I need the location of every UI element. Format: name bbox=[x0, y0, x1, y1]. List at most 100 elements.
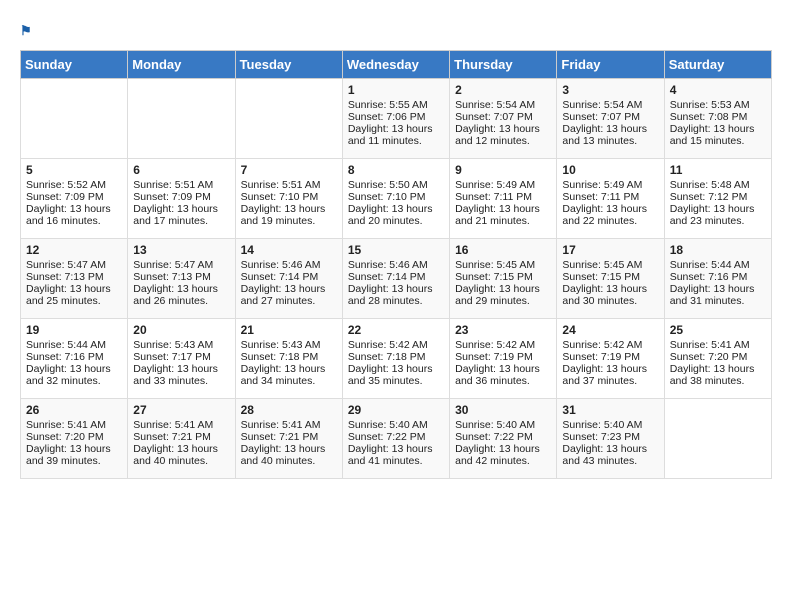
calendar-body: 1Sunrise: 5:55 AMSunset: 7:06 PMDaylight… bbox=[21, 78, 772, 478]
calendar-cell: 1Sunrise: 5:55 AMSunset: 7:06 PMDaylight… bbox=[342, 78, 449, 158]
calendar-cell: 17Sunrise: 5:45 AMSunset: 7:15 PMDayligh… bbox=[557, 238, 664, 318]
day-info: and 39 minutes. bbox=[26, 455, 122, 467]
day-info: Daylight: 13 hours bbox=[241, 283, 337, 295]
day-info: Sunrise: 5:43 AM bbox=[133, 339, 229, 351]
day-info: Sunrise: 5:46 AM bbox=[348, 259, 444, 271]
calendar-week-4: 19Sunrise: 5:44 AMSunset: 7:16 PMDayligh… bbox=[21, 318, 772, 398]
day-info: Sunrise: 5:47 AM bbox=[133, 259, 229, 271]
day-info: Sunrise: 5:50 AM bbox=[348, 179, 444, 191]
calendar-cell: 24Sunrise: 5:42 AMSunset: 7:19 PMDayligh… bbox=[557, 318, 664, 398]
calendar-cell: 21Sunrise: 5:43 AMSunset: 7:18 PMDayligh… bbox=[235, 318, 342, 398]
day-info: Daylight: 13 hours bbox=[241, 443, 337, 455]
day-info: Sunrise: 5:41 AM bbox=[133, 419, 229, 431]
day-info: Sunset: 7:14 PM bbox=[241, 271, 337, 283]
day-info: Sunset: 7:09 PM bbox=[133, 191, 229, 203]
day-number: 16 bbox=[455, 243, 551, 257]
day-info: Sunrise: 5:41 AM bbox=[670, 339, 766, 351]
day-info: and 17 minutes. bbox=[133, 215, 229, 227]
day-info: and 33 minutes. bbox=[133, 375, 229, 387]
day-info: Sunrise: 5:40 AM bbox=[348, 419, 444, 431]
day-info: Sunset: 7:21 PM bbox=[133, 431, 229, 443]
day-number: 27 bbox=[133, 403, 229, 417]
day-number: 18 bbox=[670, 243, 766, 257]
calendar-cell: 23Sunrise: 5:42 AMSunset: 7:19 PMDayligh… bbox=[450, 318, 557, 398]
day-info: and 36 minutes. bbox=[455, 375, 551, 387]
calendar-cell: 29Sunrise: 5:40 AMSunset: 7:22 PMDayligh… bbox=[342, 398, 449, 478]
day-info: Sunrise: 5:51 AM bbox=[133, 179, 229, 191]
day-info: and 27 minutes. bbox=[241, 295, 337, 307]
day-info: Daylight: 13 hours bbox=[562, 203, 658, 215]
day-info: Daylight: 13 hours bbox=[670, 123, 766, 135]
day-number: 24 bbox=[562, 323, 658, 337]
day-info: Sunrise: 5:47 AM bbox=[26, 259, 122, 271]
calendar-cell: 18Sunrise: 5:44 AMSunset: 7:16 PMDayligh… bbox=[664, 238, 771, 318]
day-info: and 20 minutes. bbox=[348, 215, 444, 227]
calendar-week-1: 1Sunrise: 5:55 AMSunset: 7:06 PMDaylight… bbox=[21, 78, 772, 158]
day-info: Sunset: 7:16 PM bbox=[26, 351, 122, 363]
page-header: ⚑ bbox=[20, 20, 772, 40]
day-info: and 35 minutes. bbox=[348, 375, 444, 387]
day-info: Sunset: 7:08 PM bbox=[670, 111, 766, 123]
day-info: Sunset: 7:13 PM bbox=[133, 271, 229, 283]
day-info: Daylight: 13 hours bbox=[241, 363, 337, 375]
day-info: and 19 minutes. bbox=[241, 215, 337, 227]
day-info: and 40 minutes. bbox=[133, 455, 229, 467]
header-day-thursday: Thursday bbox=[450, 50, 557, 78]
day-info: Sunset: 7:15 PM bbox=[455, 271, 551, 283]
day-info: Daylight: 13 hours bbox=[562, 443, 658, 455]
day-info: Sunset: 7:23 PM bbox=[562, 431, 658, 443]
calendar-cell bbox=[128, 78, 235, 158]
day-info: Sunrise: 5:45 AM bbox=[455, 259, 551, 271]
calendar-cell bbox=[235, 78, 342, 158]
calendar-cell: 30Sunrise: 5:40 AMSunset: 7:22 PMDayligh… bbox=[450, 398, 557, 478]
calendar-cell: 15Sunrise: 5:46 AMSunset: 7:14 PMDayligh… bbox=[342, 238, 449, 318]
calendar-cell: 27Sunrise: 5:41 AMSunset: 7:21 PMDayligh… bbox=[128, 398, 235, 478]
day-info: Sunset: 7:21 PM bbox=[241, 431, 337, 443]
day-info: Daylight: 13 hours bbox=[455, 203, 551, 215]
calendar-cell: 16Sunrise: 5:45 AMSunset: 7:15 PMDayligh… bbox=[450, 238, 557, 318]
day-info: Sunset: 7:09 PM bbox=[26, 191, 122, 203]
day-info: Sunset: 7:11 PM bbox=[455, 191, 551, 203]
calendar-cell: 20Sunrise: 5:43 AMSunset: 7:17 PMDayligh… bbox=[128, 318, 235, 398]
day-info: Daylight: 13 hours bbox=[348, 283, 444, 295]
calendar-cell: 14Sunrise: 5:46 AMSunset: 7:14 PMDayligh… bbox=[235, 238, 342, 318]
day-info: Sunrise: 5:53 AM bbox=[670, 99, 766, 111]
calendar-cell bbox=[21, 78, 128, 158]
day-info: Sunset: 7:20 PM bbox=[26, 431, 122, 443]
day-number: 31 bbox=[562, 403, 658, 417]
day-info: Daylight: 13 hours bbox=[562, 123, 658, 135]
day-info: Sunset: 7:15 PM bbox=[562, 271, 658, 283]
day-number: 12 bbox=[26, 243, 122, 257]
day-info: Sunrise: 5:42 AM bbox=[455, 339, 551, 351]
day-info: Sunrise: 5:46 AM bbox=[241, 259, 337, 271]
calendar-cell: 22Sunrise: 5:42 AMSunset: 7:18 PMDayligh… bbox=[342, 318, 449, 398]
day-info: Sunset: 7:10 PM bbox=[241, 191, 337, 203]
day-info: Sunrise: 5:54 AM bbox=[562, 99, 658, 111]
header-day-tuesday: Tuesday bbox=[235, 50, 342, 78]
day-info: Sunset: 7:19 PM bbox=[455, 351, 551, 363]
calendar-cell: 11Sunrise: 5:48 AMSunset: 7:12 PMDayligh… bbox=[664, 158, 771, 238]
day-info: and 21 minutes. bbox=[455, 215, 551, 227]
calendar-cell bbox=[664, 398, 771, 478]
calendar-cell: 7Sunrise: 5:51 AMSunset: 7:10 PMDaylight… bbox=[235, 158, 342, 238]
day-info: and 25 minutes. bbox=[26, 295, 122, 307]
day-number: 17 bbox=[562, 243, 658, 257]
day-info: Daylight: 13 hours bbox=[670, 203, 766, 215]
day-info: and 22 minutes. bbox=[562, 215, 658, 227]
day-info: Sunrise: 5:44 AM bbox=[670, 259, 766, 271]
day-info: Sunset: 7:07 PM bbox=[455, 111, 551, 123]
day-info: Sunrise: 5:41 AM bbox=[241, 419, 337, 431]
day-info: Sunset: 7:06 PM bbox=[348, 111, 444, 123]
day-info: and 11 minutes. bbox=[348, 135, 444, 147]
day-info: Daylight: 13 hours bbox=[670, 283, 766, 295]
day-info: Sunset: 7:19 PM bbox=[562, 351, 658, 363]
day-info: Daylight: 13 hours bbox=[348, 203, 444, 215]
header-day-wednesday: Wednesday bbox=[342, 50, 449, 78]
day-info: and 34 minutes. bbox=[241, 375, 337, 387]
calendar-cell: 8Sunrise: 5:50 AMSunset: 7:10 PMDaylight… bbox=[342, 158, 449, 238]
header-day-saturday: Saturday bbox=[664, 50, 771, 78]
day-info: Sunrise: 5:55 AM bbox=[348, 99, 444, 111]
day-number: 5 bbox=[26, 163, 122, 177]
day-number: 6 bbox=[133, 163, 229, 177]
calendar-week-5: 26Sunrise: 5:41 AMSunset: 7:20 PMDayligh… bbox=[21, 398, 772, 478]
